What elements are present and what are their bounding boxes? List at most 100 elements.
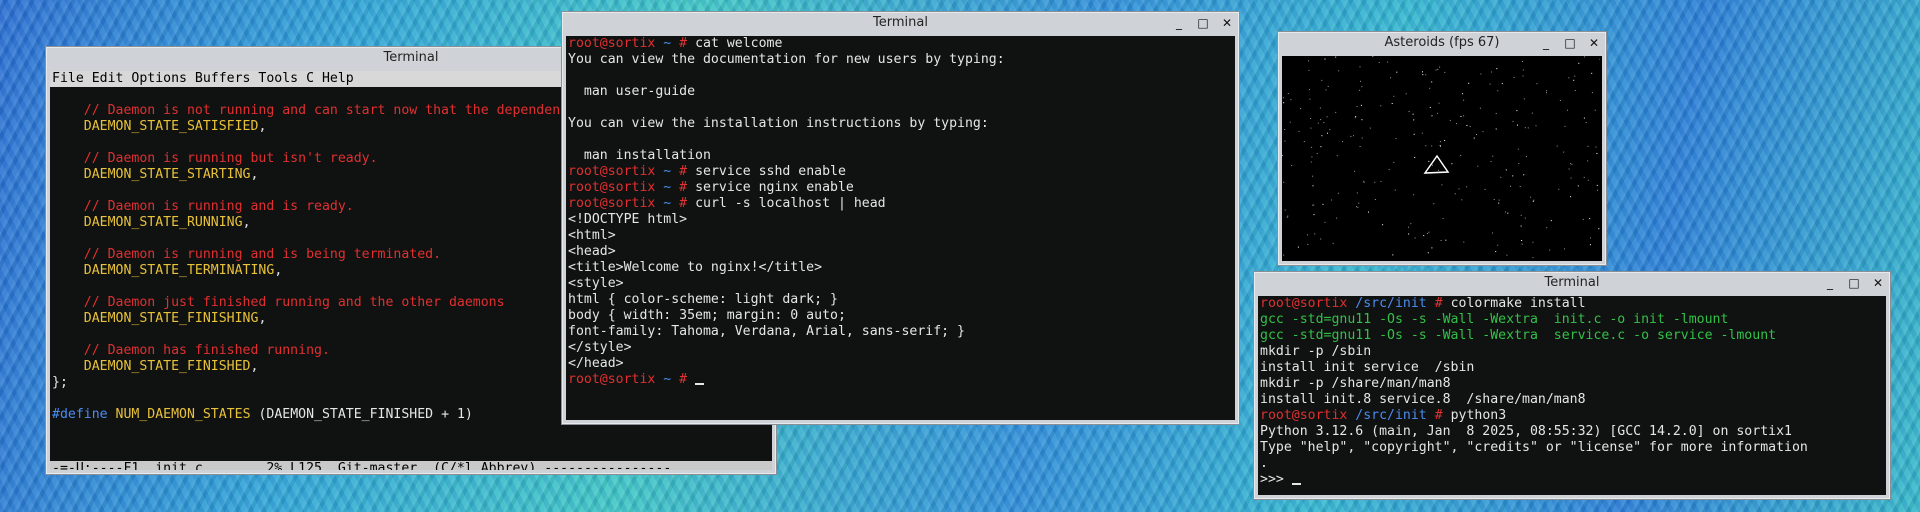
text-span: You can view the documentation for new u…: [568, 52, 1005, 67]
spaceship-icon: [1423, 154, 1450, 174]
text-span: man installation: [568, 148, 711, 163]
text-cursor: [1291, 483, 1301, 485]
asteroids-window[interactable]: Asteroids (fps 67) _ □ ✕: [1277, 31, 1607, 266]
close-button[interactable]: ✕: [1872, 277, 1884, 289]
asteroids-game-canvas[interactable]: [1282, 56, 1602, 261]
text-span: ~: [655, 36, 680, 51]
terminal-line: root@sortix ~ # service sshd enable: [566, 164, 1235, 180]
text-span: root@sortix: [568, 164, 656, 179]
emacs-modeline: -=-U:----F1 init.c 2% L125 Git-master (C…: [50, 461, 772, 470]
text-span: #: [679, 164, 696, 179]
terminal-line: install init.8 service.8 /share/man/man8: [1258, 392, 1886, 408]
text-span: <html>: [568, 228, 616, 243]
text-span: <title>Welcome to nginx!</title>: [568, 260, 823, 275]
terminal-line: </head>: [566, 356, 1235, 372]
text-span: DAEMON_STATE_RUNNING: [52, 215, 243, 230]
text-span: root@sortix: [568, 180, 656, 195]
text-span: // Daemon just finished running and the …: [52, 295, 505, 310]
text-span: curl -s localhost | head: [695, 196, 886, 211]
terminal-line: man installation: [566, 148, 1235, 164]
text-span: ,: [258, 311, 267, 326]
text-span: DAEMON_STATE_TERMINATING: [52, 263, 275, 278]
terminal-screen[interactable]: root@sortix ~ # cat welcome You can view …: [566, 36, 1235, 420]
terminal-line: html { color-scheme: light dark; }: [566, 292, 1235, 308]
text-span: </head>: [568, 356, 624, 371]
text-span: #: [679, 196, 696, 211]
terminal-line: mkdir -p /sbin: [1258, 344, 1886, 360]
text-span: (DAEMON_STATE_FINISHED + 1): [250, 407, 473, 422]
text-span: html { color-scheme: light dark; }: [568, 292, 838, 307]
terminal-line: install init service /sbin: [1258, 360, 1886, 376]
maximize-button[interactable]: □: [1197, 17, 1209, 29]
text-span: <head>: [568, 244, 616, 259]
text-span: #: [679, 36, 696, 51]
text-span: You can view the installation instructio…: [568, 116, 989, 131]
text-span: root@sortix: [568, 36, 656, 51]
text-span: DAEMON_STATE_SATISFIED: [52, 119, 259, 134]
text-span: ~: [655, 164, 680, 179]
terminal-line: root@sortix /src/init # python3: [1258, 408, 1886, 424]
terminal-screen[interactable]: root@sortix /src/init # colormake instal…: [1258, 296, 1886, 495]
text-span: ,: [250, 359, 259, 374]
text-span: gcc -std=gnu11 -Os -s -Wall -Wextra init…: [1260, 312, 1729, 327]
text-span: ,: [258, 119, 267, 134]
terminal-line: root@sortix ~ #: [566, 372, 1235, 388]
text-span: // Daemon is running but isn't ready.: [52, 151, 378, 166]
text-span: Type "help", "copyright", "credits" or "…: [1260, 440, 1808, 455]
terminal-line: mkdir -p /share/man/man8: [1258, 376, 1886, 392]
minimize-button[interactable]: _: [1173, 17, 1185, 29]
terminal-output[interactable]: root@sortix /src/init # colormake instal…: [1258, 296, 1886, 488]
text-span: // Daemon is running and is being termin…: [52, 247, 442, 262]
maximize-button[interactable]: □: [1848, 277, 1860, 289]
text-span: ,: [274, 263, 283, 278]
text-cursor: [695, 383, 705, 385]
terminal-line: >>>: [1258, 472, 1886, 488]
text-span: #: [1434, 296, 1451, 311]
text-span: ~: [655, 180, 680, 195]
minimize-button[interactable]: _: [1540, 37, 1552, 49]
terminal-line: .: [1258, 456, 1886, 472]
text-span: install init.8 service.8 /share/man/man8: [1260, 392, 1586, 407]
text-span: ,: [250, 167, 259, 182]
close-button[interactable]: ✕: [1221, 17, 1233, 29]
text-span: };: [52, 375, 68, 390]
maximize-button[interactable]: □: [1564, 37, 1576, 49]
text-span: font-family: Tahoma, Verdana, Arial, san…: [568, 324, 965, 339]
terminal-output[interactable]: root@sortix ~ # cat welcome You can view …: [566, 36, 1235, 388]
terminal-line: man user-guide: [566, 84, 1235, 100]
close-button[interactable]: ✕: [1588, 37, 1600, 49]
text-span: python3: [1450, 408, 1507, 423]
text-span: // Daemon has finished running.: [52, 343, 330, 358]
text-span: body { width: 35em; margin: 0 auto;: [568, 308, 846, 323]
window-title: Terminal: [873, 15, 928, 30]
window-titlebar[interactable]: Terminal _ □ ✕: [562, 12, 1239, 34]
terminal-window-make[interactable]: Terminal _ □ ✕ root@sortix /src/init # c…: [1253, 271, 1891, 500]
text-span: DAEMON_STATE_FINISHED: [52, 359, 251, 374]
minimize-button[interactable]: _: [1824, 277, 1836, 289]
window-title: Terminal: [383, 50, 439, 65]
terminal-line: Python 3.12.6 (main, Jan 8 2025, 08:55:3…: [1258, 424, 1886, 440]
text-span: /src/init: [1347, 296, 1435, 311]
terminal-line: gcc -std=gnu11 -Os -s -Wall -Wextra init…: [1258, 312, 1886, 328]
terminal-line: <style>: [566, 276, 1235, 292]
text-span: mkdir -p /share/man/man8: [1260, 376, 1451, 391]
text-span: >>>: [1260, 472, 1292, 487]
text-span: #define: [52, 407, 116, 422]
terminal-line: </style>: [566, 340, 1235, 356]
text-span: #: [679, 180, 696, 195]
text-span: Python 3.12.6 (main, Jan 8 2025, 08:55:3…: [1260, 424, 1792, 439]
text-span: gcc -std=gnu11 -Os -s -Wall -Wextra serv…: [1260, 328, 1777, 343]
window-titlebar[interactable]: Terminal _ □ ✕: [1254, 272, 1890, 294]
terminal-line: You can view the installation instructio…: [566, 116, 1235, 132]
terminal-window-welcome[interactable]: Terminal _ □ ✕ root@sortix ~ # cat welco…: [561, 11, 1240, 425]
text-span: root@sortix: [1260, 408, 1348, 423]
terminal-line: <html>: [566, 228, 1235, 244]
terminal-line: <title>Welcome to nginx!</title>: [566, 260, 1235, 276]
text-span: /src/init: [1347, 408, 1435, 423]
window-titlebar[interactable]: Asteroids (fps 67) _ □ ✕: [1278, 32, 1606, 54]
terminal-line: You can view the documentation for new u…: [566, 52, 1235, 68]
terminal-line: root@sortix ~ # curl -s localhost | head: [566, 196, 1235, 212]
